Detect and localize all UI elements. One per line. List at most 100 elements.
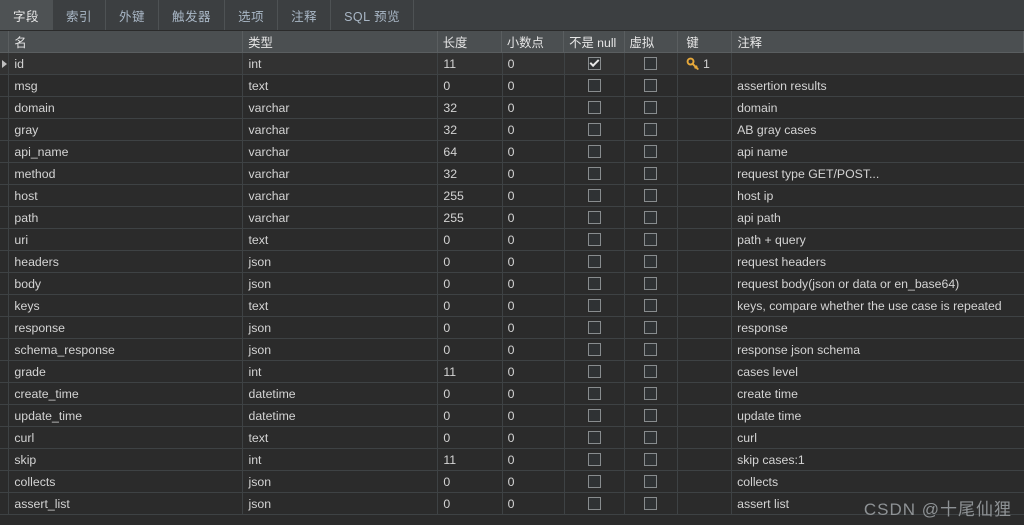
checkbox-checked-icon[interactable] bbox=[587, 57, 601, 70]
tab-2[interactable]: 外键 bbox=[106, 0, 160, 30]
row-gutter[interactable] bbox=[0, 405, 10, 426]
cell-field-comment[interactable]: request body(json or data or en_base64) bbox=[732, 273, 1024, 294]
row-gutter[interactable] bbox=[0, 339, 10, 360]
cell-field-comment[interactable]: api name bbox=[732, 141, 1024, 162]
cell-field-length[interactable]: 255 bbox=[438, 185, 503, 206]
cell-field-comment[interactable]: AB gray cases bbox=[732, 119, 1024, 140]
cell-field-virtual[interactable] bbox=[625, 471, 678, 492]
cell-field-decimals[interactable]: 0 bbox=[503, 339, 565, 360]
checkbox-unchecked-icon[interactable] bbox=[587, 101, 601, 114]
cell-field-name[interactable]: schema_response bbox=[9, 339, 244, 360]
cell-field-notnull[interactable] bbox=[565, 317, 625, 338]
checkbox-unchecked-icon[interactable] bbox=[644, 277, 658, 290]
cell-field-notnull[interactable] bbox=[565, 339, 625, 360]
cell-field-virtual[interactable] bbox=[625, 163, 678, 184]
cell-field-length[interactable]: 0 bbox=[438, 273, 503, 294]
checkbox-unchecked-icon[interactable] bbox=[587, 409, 601, 422]
cell-field-key[interactable] bbox=[678, 339, 733, 360]
checkbox-unchecked-icon[interactable] bbox=[644, 255, 658, 268]
cell-field-notnull[interactable] bbox=[565, 207, 625, 228]
cell-field-name[interactable]: path bbox=[9, 207, 244, 228]
cell-field-key[interactable] bbox=[678, 141, 733, 162]
cell-field-decimals[interactable]: 0 bbox=[503, 229, 565, 250]
row-gutter[interactable] bbox=[0, 251, 10, 272]
checkbox-unchecked-icon[interactable] bbox=[644, 497, 658, 510]
cell-field-notnull[interactable] bbox=[565, 251, 625, 272]
cell-field-virtual[interactable] bbox=[625, 273, 678, 294]
row-gutter[interactable] bbox=[0, 185, 10, 206]
row-gutter[interactable] bbox=[0, 53, 10, 74]
cell-field-decimals[interactable]: 0 bbox=[503, 185, 565, 206]
cell-field-key[interactable] bbox=[678, 119, 733, 140]
checkbox-unchecked-icon[interactable] bbox=[587, 431, 601, 444]
cell-field-comment[interactable]: update time bbox=[732, 405, 1024, 426]
cell-field-decimals[interactable]: 0 bbox=[503, 207, 565, 228]
row-gutter[interactable] bbox=[0, 119, 10, 140]
cell-field-type[interactable]: int bbox=[243, 361, 439, 382]
cell-field-decimals[interactable]: 0 bbox=[503, 317, 565, 338]
checkbox-unchecked-icon[interactable] bbox=[587, 475, 601, 488]
cell-field-type[interactable]: text bbox=[243, 295, 439, 316]
cell-field-length[interactable]: 0 bbox=[438, 383, 503, 404]
cell-field-comment[interactable]: create time bbox=[732, 383, 1024, 404]
row-gutter[interactable] bbox=[0, 361, 10, 382]
cell-field-notnull[interactable] bbox=[565, 273, 625, 294]
cell-field-virtual[interactable] bbox=[625, 383, 678, 404]
checkbox-unchecked-icon[interactable] bbox=[644, 431, 658, 444]
cell-field-notnull[interactable] bbox=[565, 229, 625, 250]
checkbox-unchecked-icon[interactable] bbox=[587, 365, 601, 378]
checkbox-unchecked-icon[interactable] bbox=[587, 233, 601, 246]
cell-field-virtual[interactable] bbox=[625, 317, 678, 338]
cell-field-decimals[interactable]: 0 bbox=[503, 53, 565, 74]
cell-field-length[interactable]: 0 bbox=[438, 251, 503, 272]
cell-field-comment[interactable]: skip cases:1 bbox=[732, 449, 1024, 470]
cell-field-type[interactable]: varchar bbox=[243, 163, 439, 184]
column-header-virtual[interactable]: 虚拟 bbox=[625, 31, 679, 52]
column-header-type[interactable]: 类型 bbox=[243, 31, 438, 52]
cell-field-key[interactable] bbox=[678, 185, 733, 206]
checkbox-unchecked-icon[interactable] bbox=[644, 475, 658, 488]
checkbox-unchecked-icon[interactable] bbox=[587, 299, 601, 312]
cell-field-name[interactable]: update_time bbox=[9, 405, 244, 426]
cell-field-length[interactable]: 0 bbox=[438, 405, 503, 426]
cell-field-virtual[interactable] bbox=[625, 119, 678, 140]
checkbox-unchecked-icon[interactable] bbox=[644, 189, 658, 202]
cell-field-decimals[interactable]: 0 bbox=[503, 405, 565, 426]
table-row[interactable]: msg text 0 0 assertion results bbox=[0, 75, 1024, 97]
cell-field-length[interactable]: 0 bbox=[438, 427, 503, 448]
grid-body[interactable]: id int 11 0 1 msg text 0 0 assertion results domai… bbox=[0, 53, 1024, 515]
cell-field-notnull[interactable] bbox=[565, 185, 625, 206]
cell-field-name[interactable]: assert_list bbox=[9, 493, 244, 514]
cell-field-name[interactable]: keys bbox=[9, 295, 244, 316]
column-header-decimals[interactable]: 小数点 bbox=[502, 31, 565, 52]
row-gutter[interactable] bbox=[0, 449, 10, 470]
checkbox-unchecked-icon[interactable] bbox=[587, 277, 601, 290]
cell-field-comment[interactable]: domain bbox=[732, 97, 1024, 118]
cell-field-key[interactable] bbox=[678, 383, 733, 404]
checkbox-unchecked-icon[interactable] bbox=[587, 321, 601, 334]
cell-field-virtual[interactable] bbox=[625, 75, 678, 96]
checkbox-unchecked-icon[interactable] bbox=[587, 255, 601, 268]
tab-1[interactable]: 索引 bbox=[53, 0, 107, 30]
cell-field-type[interactable]: varchar bbox=[243, 207, 439, 228]
cell-field-key[interactable] bbox=[678, 251, 733, 272]
cell-field-key[interactable] bbox=[678, 207, 733, 228]
column-header-name[interactable]: 名 bbox=[9, 31, 244, 52]
cell-field-virtual[interactable] bbox=[625, 251, 678, 272]
tab-3[interactable]: 触发器 bbox=[159, 0, 226, 30]
cell-field-type[interactable]: json bbox=[243, 251, 439, 272]
cell-field-type[interactable]: int bbox=[243, 53, 439, 74]
cell-field-comment[interactable] bbox=[732, 53, 1024, 74]
tab-0[interactable]: 字段 bbox=[0, 0, 54, 30]
cell-field-name[interactable]: body bbox=[9, 273, 244, 294]
cell-field-virtual[interactable] bbox=[625, 141, 678, 162]
cell-field-notnull[interactable] bbox=[565, 119, 625, 140]
cell-field-decimals[interactable]: 0 bbox=[503, 295, 565, 316]
table-row[interactable]: uri text 0 0 path + query bbox=[0, 229, 1024, 251]
cell-field-type[interactable]: datetime bbox=[243, 405, 439, 426]
cell-field-name[interactable]: uri bbox=[9, 229, 244, 250]
cell-field-key[interactable] bbox=[678, 471, 733, 492]
cell-field-type[interactable]: varchar bbox=[243, 97, 439, 118]
cell-field-type[interactable]: varchar bbox=[243, 185, 439, 206]
table-row[interactable]: method varchar 32 0 request type GET/POST... bbox=[0, 163, 1024, 185]
